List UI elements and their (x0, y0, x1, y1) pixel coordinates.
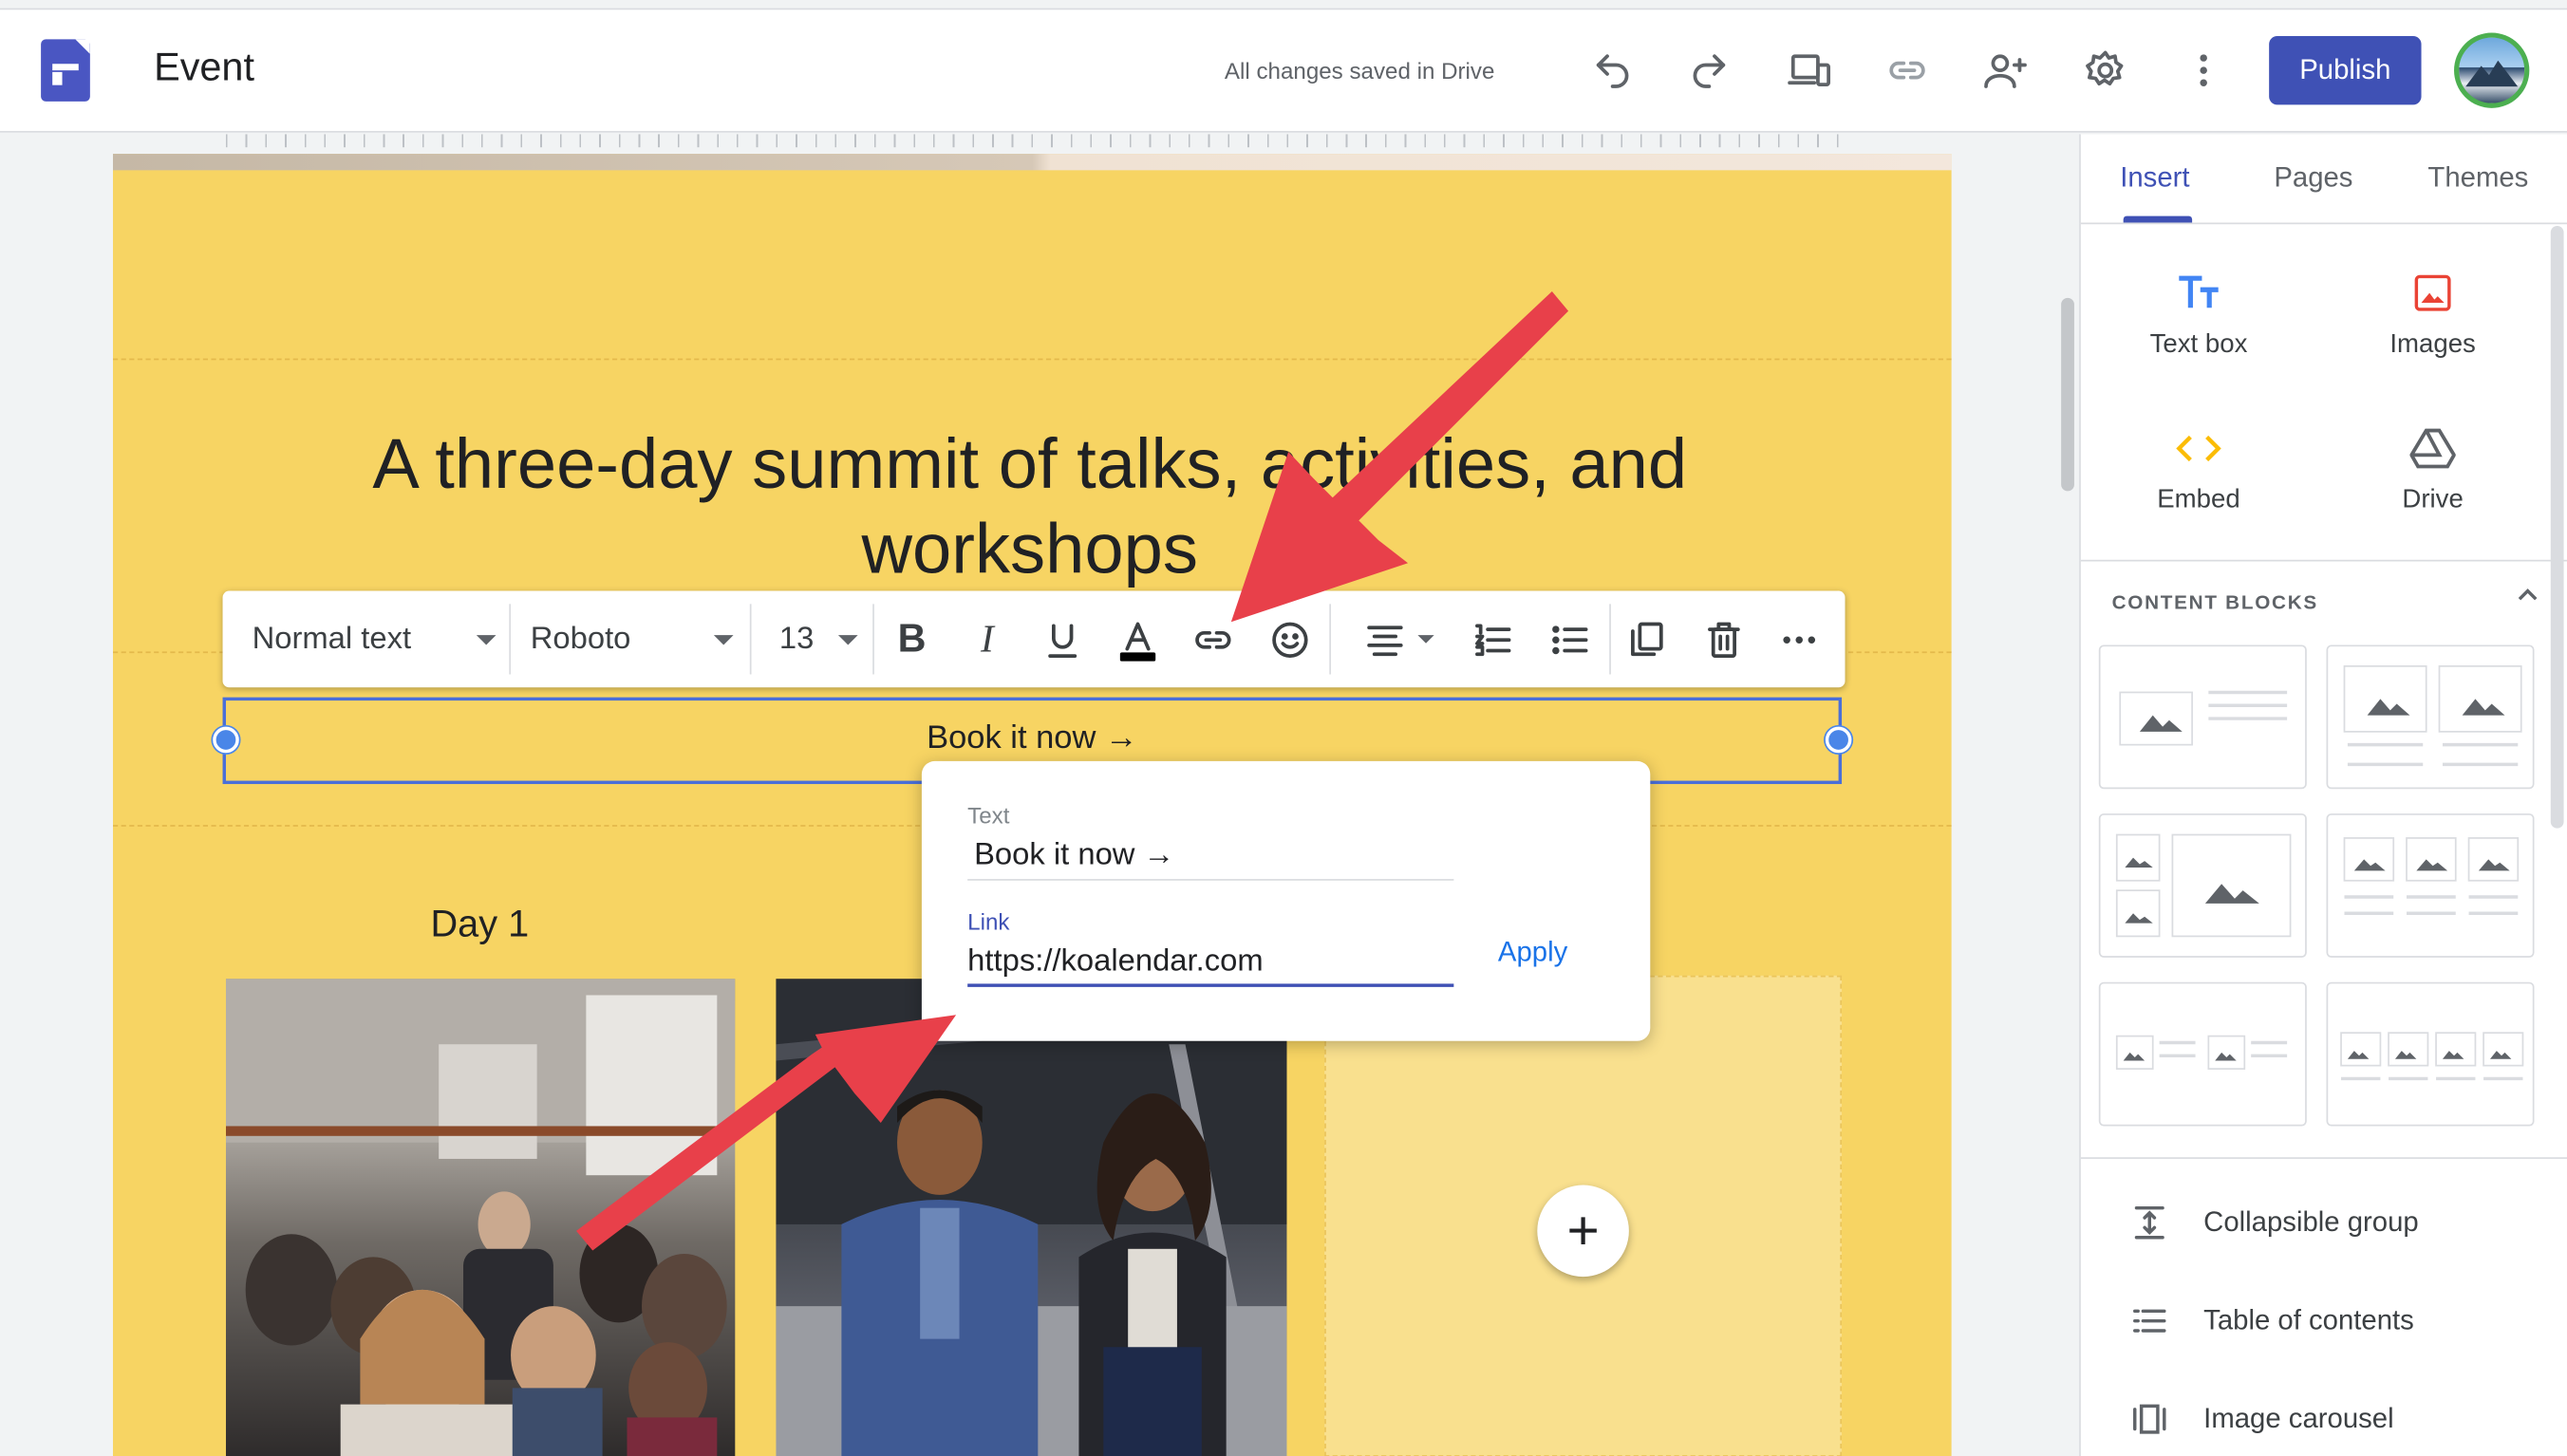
insert-collapsible-group[interactable]: Collapsible group (2130, 1198, 2419, 1247)
settings-icon[interactable] (2077, 43, 2133, 99)
toolbar-divider (509, 604, 512, 675)
underline-icon[interactable] (1033, 610, 1092, 669)
list-item-label: Collapsible group (2203, 1205, 2419, 1238)
image-carousel-icon (2130, 1399, 2169, 1438)
toolbar-divider (1329, 604, 1332, 675)
content-block-image-pairs[interactable] (2098, 981, 2307, 1127)
paragraph-style-value: Normal text (252, 621, 412, 656)
link-dialog: Text Book it now → Link https://koalenda… (921, 760, 1651, 1041)
insert-item-label: Text box (2149, 330, 2248, 359)
seminar-photo[interactable] (225, 979, 736, 1456)
text-field-label: Text (967, 802, 1010, 829)
embed-icon (2101, 420, 2297, 476)
content-blocks-title: CONTENT BLOCKS (2111, 590, 2318, 614)
chevron-down-icon[interactable] (1417, 635, 1434, 644)
more-vert-icon[interactable] (2176, 43, 2232, 99)
toolbar-divider (872, 604, 874, 675)
headline-text[interactable]: A three-day summit of talks, activities,… (309, 422, 1751, 592)
insert-table-of-contents[interactable]: Table of contents (2130, 1297, 2414, 1346)
italic-icon[interactable]: I (958, 610, 1017, 669)
button-element-label[interactable]: Book it now → (223, 720, 1843, 758)
list-item-label: Table of contents (2203, 1304, 2414, 1336)
panel-scrollbar[interactable] (2550, 225, 2564, 829)
paragraph-style-select[interactable]: Normal text (253, 591, 515, 688)
insert-drive[interactable]: Drive (2334, 420, 2531, 515)
chevron-down-icon[interactable] (837, 635, 858, 645)
list-item-label: Image carousel (2203, 1402, 2394, 1434)
preview-icon[interactable] (1781, 43, 1837, 99)
tab-pages[interactable]: Pages (2274, 162, 2352, 195)
attendees-photo[interactable] (776, 979, 1287, 1456)
text-color-icon[interactable] (1108, 610, 1167, 669)
font-size-value: 13 (778, 621, 815, 656)
table-of-contents-icon (2130, 1301, 2169, 1340)
save-status: All changes saved in Drive (1224, 57, 1495, 84)
account-avatar[interactable] (2454, 32, 2530, 108)
add-content-button[interactable]: + (1537, 1185, 1629, 1278)
insert-images[interactable]: Images (2334, 265, 2531, 360)
day-label[interactable]: Day 1 (431, 902, 530, 946)
chevron-down-icon[interactable] (476, 635, 497, 645)
banner-image-edge (112, 154, 1952, 171)
collapsible-group-icon (2130, 1204, 2169, 1242)
link-text-input[interactable]: Book it now → (974, 838, 1174, 874)
content-block-gallery[interactable] (2098, 813, 2307, 958)
publish-button[interactable]: Publish (2269, 35, 2422, 105)
app-root: Event All changes saved in Drive Publish (0, 0, 2567, 1456)
emoji-icon[interactable] (1261, 610, 1320, 669)
redo-icon[interactable] (1681, 43, 1737, 99)
text-input-underline (967, 879, 1454, 881)
tabs-divider (2080, 222, 2567, 225)
undo-icon[interactable] (1584, 43, 1640, 99)
canvas-scrollbar[interactable] (2061, 297, 2074, 492)
text-box-icon (2101, 265, 2297, 321)
font-value: Roboto (530, 621, 631, 656)
content-block-two-images[interactable] (2326, 644, 2535, 790)
section-divider (112, 358, 1952, 361)
bold-icon[interactable]: B (883, 610, 942, 669)
ruler (225, 134, 1841, 148)
tab-themes[interactable]: Themes (2427, 162, 2528, 195)
side-panel: Insert Pages Themes Text box Images Embe… (2079, 134, 2567, 1456)
delete-icon[interactable] (1695, 610, 1753, 669)
section-divider (2080, 1157, 2567, 1159)
toolbar-divider (1609, 604, 1611, 675)
insert-item-label: Drive (2402, 486, 2464, 514)
insert-text-box[interactable]: Text box (2101, 265, 2297, 360)
sites-logo-icon[interactable] (41, 39, 90, 102)
link-icon[interactable] (1880, 43, 1936, 99)
content-block-four-columns[interactable] (2326, 981, 2535, 1127)
link-icon[interactable] (1184, 610, 1243, 669)
bulleted-list-icon[interactable] (1541, 610, 1600, 669)
insert-item-label: Images (2389, 330, 2476, 359)
share-icon[interactable] (1977, 43, 2033, 99)
link-url-input[interactable]: https://koalendar.com (967, 944, 1263, 980)
tab-insert[interactable]: Insert (2120, 162, 2189, 195)
numbered-list-icon[interactable] (1464, 610, 1523, 669)
text-format-toolbar: Normal text Roboto 13 B I (222, 590, 1846, 688)
insert-image-carousel[interactable]: Image carousel (2130, 1394, 2394, 1444)
content-block-image-text[interactable] (2098, 644, 2307, 790)
images-icon (2334, 265, 2531, 321)
active-tab-indicator (2123, 215, 2193, 223)
drive-icon (2334, 420, 2531, 476)
link-input-underline (967, 983, 1454, 987)
toolbar-divider (749, 604, 752, 675)
chevron-up-icon[interactable] (2517, 586, 2539, 602)
insert-item-label: Embed (2157, 486, 2240, 514)
link-field-label: Link (967, 908, 1010, 935)
more-horiz-icon[interactable] (1770, 610, 1828, 669)
content-block-three-columns[interactable] (2326, 813, 2535, 958)
insert-embed[interactable]: Embed (2101, 420, 2297, 515)
app-header: Event All changes saved in Drive Publish (0, 9, 2567, 133)
document-title[interactable]: Event (154, 46, 254, 91)
browser-edge (0, 0, 2567, 10)
duplicate-icon[interactable] (1618, 610, 1677, 669)
chevron-down-icon[interactable] (713, 635, 734, 645)
apply-button[interactable]: Apply (1498, 936, 1567, 968)
align-icon[interactable] (1356, 610, 1415, 669)
section-divider (2080, 559, 2567, 562)
